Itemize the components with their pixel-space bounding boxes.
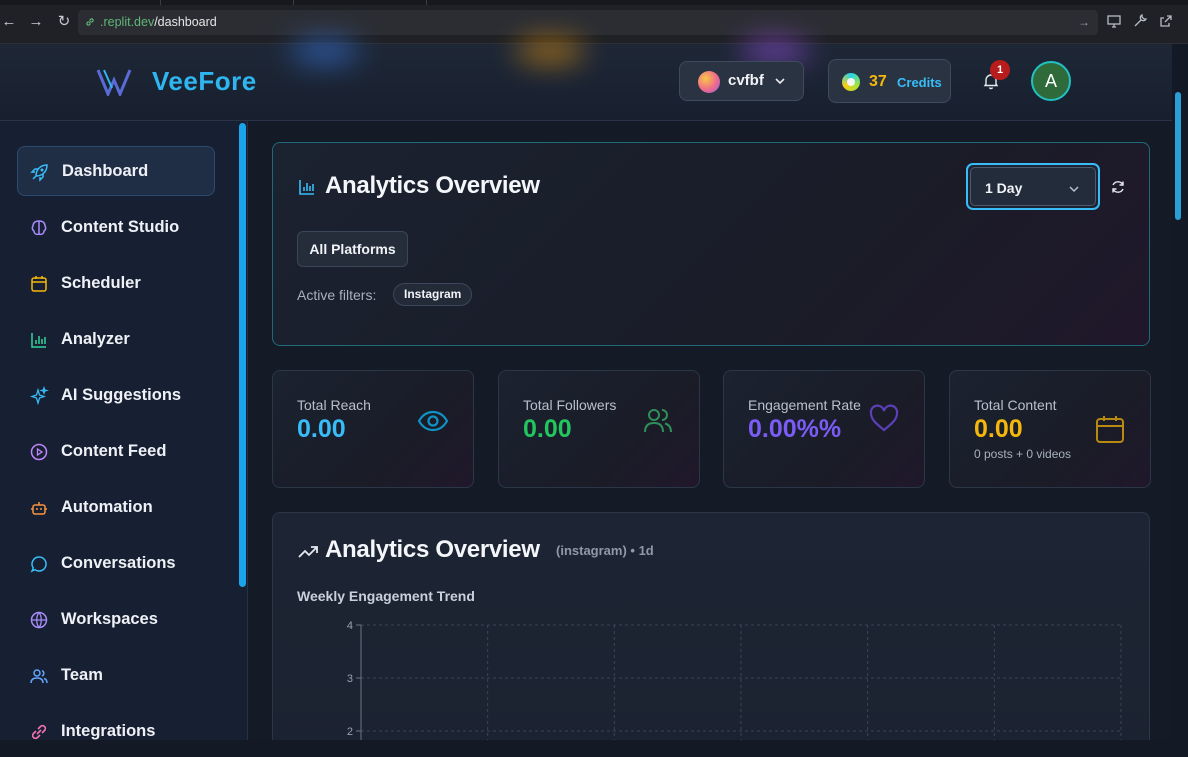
chat-bubble-icon: [30, 556, 47, 573]
active-filters-label: Active filters:: [297, 287, 377, 303]
link-icon: [31, 724, 47, 740]
play-circle-icon: [30, 443, 48, 461]
all-platforms-button[interactable]: All Platforms: [297, 231, 408, 267]
sidebar-item-analyzer[interactable]: Analyzer: [17, 315, 215, 365]
analytics-overview-card: Analytics Overview 1 Day All Platforms A…: [272, 142, 1150, 346]
time-range-select[interactable]: 1 Day: [966, 163, 1100, 210]
workspace-name: cvfbf: [728, 72, 764, 89]
brain-icon: [31, 220, 47, 236]
y-tick-label: 4: [347, 620, 353, 632]
sidebar-item-content-feed[interactable]: Content Feed: [17, 427, 215, 477]
sidebar-item-integrations[interactable]: Integrations: [17, 707, 215, 757]
time-range-select-inner: 1 Day: [970, 167, 1096, 206]
time-range-value: 1 Day: [985, 180, 1023, 196]
sidebar-item-label: AI Suggestions: [61, 386, 182, 404]
stat-value: 0.00: [523, 415, 572, 443]
avatar[interactable]: A: [1031, 61, 1071, 101]
header-glow: [515, 38, 585, 64]
back-icon[interactable]: ←: [0, 13, 18, 31]
sidebar-item-label: Integrations: [61, 722, 156, 740]
link-icon: [86, 18, 94, 26]
forward-icon[interactable]: →: [27, 13, 45, 31]
workspace-avatar: [698, 71, 720, 93]
sidebar-item-dashboard[interactable]: Dashboard: [17, 146, 215, 196]
stat-label: Total Reach: [297, 397, 371, 413]
header-glow: [290, 38, 360, 64]
calendar-icon: [31, 276, 47, 292]
heart-icon: [869, 404, 899, 432]
workspace-selector[interactable]: cvfbf: [679, 61, 804, 101]
page-title: Analytics Overview: [325, 172, 540, 199]
sidebar-scrollbar[interactable]: [239, 123, 246, 587]
filter-chip-instagram[interactable]: Instagram: [393, 283, 473, 306]
address-bar[interactable]: .replit.dev/dashboard →: [78, 10, 1098, 35]
bar-chart-icon: [31, 333, 46, 348]
sidebar-item-workspaces[interactable]: Workspaces: [17, 595, 215, 645]
calendar-icon: [1096, 416, 1124, 443]
bar-chart-icon: [299, 180, 314, 195]
browser-chrome: ← → ↻ .replit.dev/dashboard →: [0, 0, 1188, 44]
logo-text[interactable]: VeeFore: [152, 66, 257, 97]
y-tick-label: 2: [347, 726, 353, 738]
users-icon: [30, 669, 48, 684]
sidebar-item-automation[interactable]: Automation: [17, 483, 215, 533]
sidebar-item-scheduler[interactable]: Scheduler: [17, 259, 215, 309]
sidebar-item-conversations[interactable]: Conversations: [17, 539, 215, 589]
stat-value: 0.00: [974, 415, 1023, 443]
sidebar-item-team[interactable]: Team: [17, 651, 215, 701]
desktop-icon[interactable]: [1106, 13, 1122, 29]
sidebar-item-content-studio[interactable]: Content Studio: [17, 203, 215, 253]
tab-strip: [0, 0, 1188, 5]
credits-label: Credits: [897, 75, 942, 90]
app-header: VeeFore cvfbf 37 Credits 1 A: [0, 38, 1172, 121]
url-path: /dashboard: [154, 15, 217, 29]
y-tick-label: 3: [347, 673, 353, 685]
sidebar-item-label: Dashboard: [62, 162, 149, 180]
stat-card-engagement-rate: Engagement Rate 0.00%%: [723, 370, 925, 488]
main-content: Analytics Overview 1 Day All Platforms A…: [248, 121, 1172, 740]
rocket-icon: [30, 164, 48, 182]
stat-label: Total Content: [974, 397, 1057, 413]
stat-label: Engagement Rate: [748, 397, 861, 413]
refresh-icon[interactable]: [1110, 179, 1126, 195]
external-link-icon[interactable]: [1158, 13, 1174, 29]
page-scrollbar[interactable]: [1172, 44, 1188, 740]
bot-icon: [31, 502, 47, 515]
url-host: .replit.dev: [100, 15, 155, 29]
engagement-line-chart: 4 3 2: [347, 620, 1122, 740]
sidebar-item-label: Scheduler: [61, 274, 141, 292]
stat-card-total-reach: Total Reach 0.00: [272, 370, 474, 488]
sidebar-item-label: Automation: [61, 498, 153, 516]
coin-icon: [842, 73, 860, 91]
sidebar-item-label: Workspaces: [61, 610, 158, 628]
sidebar-item-label: Content Feed: [61, 442, 167, 460]
credits-count: 37: [869, 73, 887, 90]
stat-card-total-followers: Total Followers 0.00: [498, 370, 700, 488]
eye-icon: [417, 410, 449, 432]
logo-mark-icon: [96, 69, 132, 96]
go-arrow-icon[interactable]: →: [1078, 10, 1090, 35]
wrench-icon[interactable]: [1132, 13, 1148, 29]
globe-icon: [30, 611, 48, 629]
credits-button[interactable]: 37 Credits: [828, 59, 951, 103]
sidebar-item-ai-suggestions[interactable]: AI Suggestions: [17, 371, 215, 421]
stat-label: Total Followers: [523, 397, 617, 413]
stat-subtext: 0 posts + 0 videos: [974, 447, 1072, 461]
stat-value: 0.00%%: [748, 415, 842, 443]
sidebar-item-label: Team: [61, 666, 103, 684]
engagement-chart-card: Analytics Overview (instagram) • 1d Week…: [272, 512, 1150, 740]
sidebar-item-label: Content Studio: [61, 218, 180, 236]
chevron-down-icon: [775, 78, 785, 85]
sidebar-item-label: Conversations: [61, 554, 176, 572]
page-scrollbar-thumb[interactable]: [1175, 92, 1181, 220]
sparkles-icon: [29, 386, 49, 406]
sidebar: Dashboard Content Studio Scheduler Analy…: [0, 121, 248, 740]
users-icon: [644, 409, 672, 433]
stat-value: 0.00: [297, 415, 346, 443]
reload-icon[interactable]: ↻: [55, 13, 73, 31]
chevron-down-icon: [1069, 186, 1079, 193]
notification-badge: 1: [990, 60, 1010, 80]
sidebar-item-label: Analyzer: [61, 330, 130, 348]
stat-card-total-content: Total Content 0.00 0 posts + 0 videos: [949, 370, 1151, 488]
